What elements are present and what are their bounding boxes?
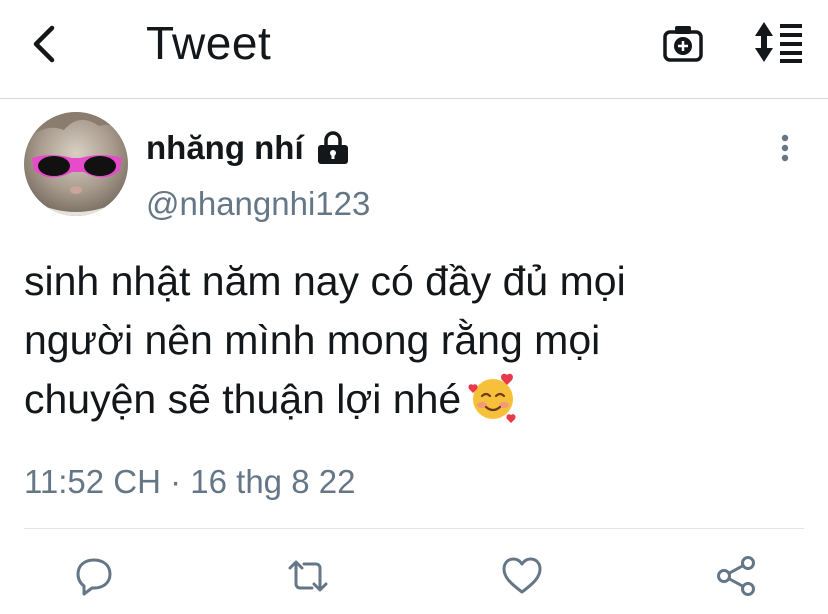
tweet-text-content: sinh nhật năm nay có đầy đủ mọi người nê… [24,258,626,422]
chevron-left-icon [33,25,55,63]
user-handle[interactable]: @nhangnhi123 [146,184,370,224]
display-name-text: nhăng nhí [146,129,304,166]
back-button[interactable] [26,22,66,66]
more-options-button[interactable] [770,130,800,166]
like-icon [502,557,542,594]
lock-icon [314,130,352,166]
tweet-timestamp: 11:52 CH · 16 thg 8 22 [24,463,356,500]
top-bar: Tweet [0,0,828,99]
reply-icon [76,558,112,596]
retweet-icon [288,560,328,592]
avatar[interactable] [24,112,128,216]
reply-button[interactable] [70,552,118,600]
divider [24,528,804,529]
tweet-text: sinh nhật năm nay có đầy đủ mọi người nê… [24,252,814,429]
display-name[interactable]: nhăng nhí [146,128,352,168]
page-title: Tweet [146,17,272,69]
more-vertical-icon [781,134,789,162]
sort-button[interactable] [752,20,808,64]
sort-arrows-icon [755,22,802,63]
camera-button[interactable] [660,22,708,64]
share-button[interactable] [712,552,760,600]
camera-icon [663,26,703,62]
like-button[interactable] [498,552,546,600]
retweet-button[interactable] [284,552,332,600]
share-icon [717,556,755,596]
smiling-face-with-hearts-icon [467,371,519,423]
